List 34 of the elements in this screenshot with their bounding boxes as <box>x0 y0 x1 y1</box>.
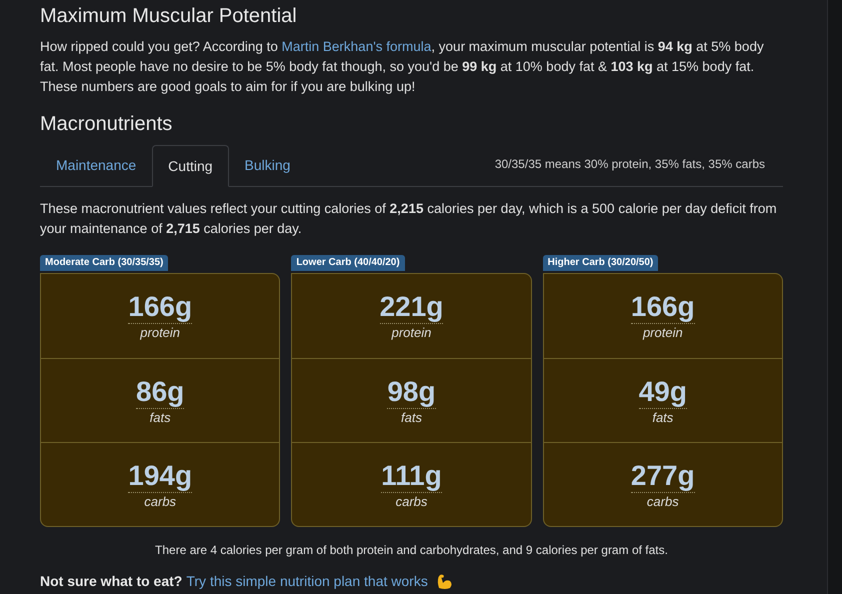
macro-label: fats <box>401 408 422 426</box>
macro-label: carbs <box>144 492 176 510</box>
flexed-arm-icon <box>436 572 454 590</box>
macro-value: 111g <box>381 460 442 492</box>
macro-value: 49g <box>638 376 687 408</box>
intro-paragraph: How ripped could you get? According to Martin Berkhan's formula, your maximum muscular potential is 94 kg at 5% body fat. Most people have no desire to be 5% body fat though, so you'd be 99 kg at 10% body fat & 103 kg at 15% body fat. These numbers are good goals to aim for if you are bulking up! <box>40 38 765 96</box>
macro-value: 277g <box>630 460 695 492</box>
plan-label: Lower Carb (40/40/20) <box>291 255 405 271</box>
tab[interactable]: Bulking <box>228 144 306 186</box>
formula-link[interactable]: Martin Berkhan's formula <box>282 39 432 54</box>
macro-label: protein <box>140 324 180 341</box>
macro-label: carbs <box>646 492 679 510</box>
macro-label: protein <box>642 324 683 341</box>
macro-label: carbs <box>396 492 428 510</box>
macro-value: 98g <box>387 376 436 408</box>
macro-value: 166g <box>128 291 192 324</box>
macro-value: 221g <box>380 291 444 324</box>
macro-label: fats <box>150 408 171 426</box>
cta-question: Not sure what to eat? <box>40 572 182 591</box>
nutrition-plan-link[interactable]: Try this simple nutrition plan that works <box>186 571 428 592</box>
summary-paragraph: These macronutrient values reflect your cutting calories of 2,215 calories per day, which is a 500 calorie per day deficit from your maintenance of 2,715 calories per day. <box>40 200 778 238</box>
macro-label: fats <box>652 408 674 426</box>
tab-note: 30/35/35 means 30% protein, 35% fats, 35% carbs <box>494 156 765 173</box>
plan-label: Higher Carb (30/20/50) <box>542 255 658 271</box>
macro-value: 194g <box>128 460 192 492</box>
macro-label: protein <box>392 324 432 341</box>
macro-value: 86g <box>136 376 184 408</box>
macro-value: 166g <box>630 291 695 324</box>
section-heading: Macronutrients <box>40 112 174 136</box>
tab[interactable]: Cutting <box>152 145 229 187</box>
tab[interactable]: Maintenance <box>40 144 152 186</box>
footnote: There are 4 calories per gram of both protein and carbohydrates, and 9 calories per gram of fats. <box>154 542 669 559</box>
plan-label: Moderate Carb (30/35/35) <box>40 255 168 271</box>
section-heading: Maximum Muscular Potential <box>40 4 298 28</box>
